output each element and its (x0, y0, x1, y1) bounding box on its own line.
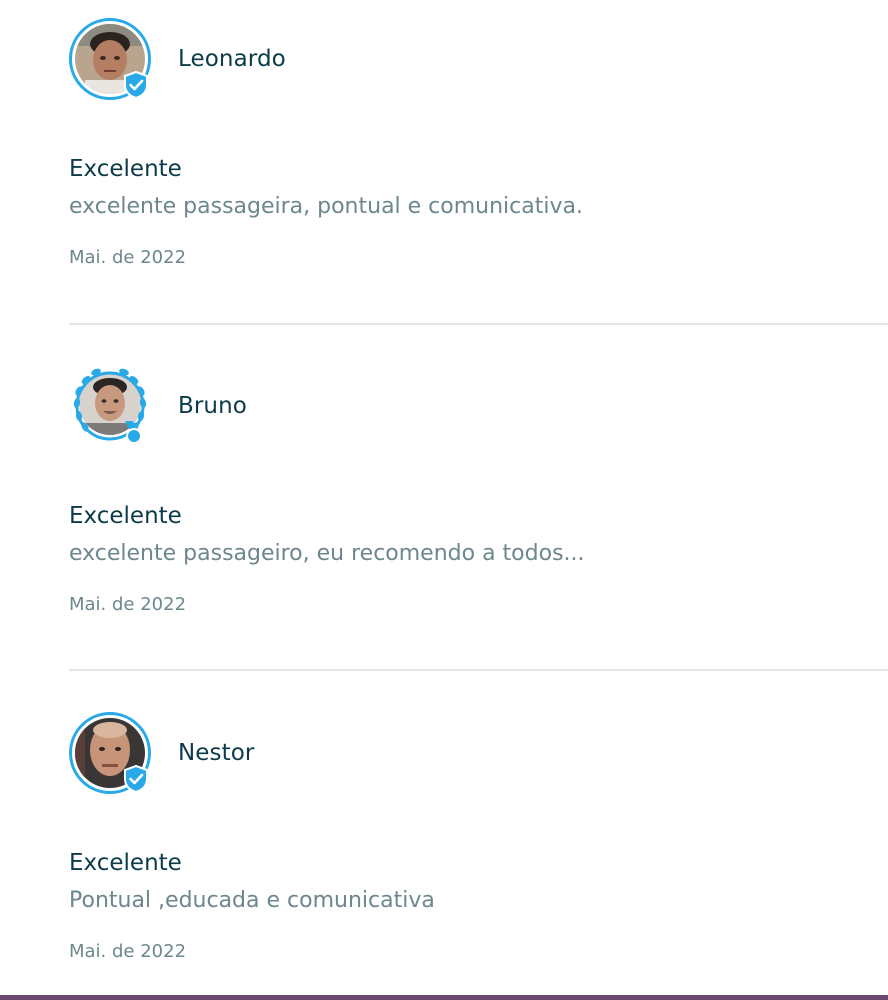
rating-label: Excelente (69, 156, 182, 182)
verified-shield-icon (124, 764, 148, 794)
avatar[interactable] (69, 18, 151, 100)
verified-shield-icon (124, 70, 148, 100)
review-header: Bruno (69, 365, 888, 447)
rating-label: Excelente (69, 503, 182, 529)
reviewer-name[interactable]: Bruno (178, 393, 247, 419)
bottom-edge (0, 995, 888, 1000)
avatar[interactable] (69, 365, 151, 447)
review-header: Nestor (69, 712, 888, 794)
review-comment: excelente passageiro, eu recomendo a tod… (69, 541, 585, 566)
reviewer-name[interactable]: Nestor (178, 740, 254, 766)
medal-laurel-icon (73, 368, 147, 444)
review-header: Leonardo (69, 18, 888, 100)
review-date: Mai. de 2022 (69, 247, 187, 268)
reviewer-name[interactable]: Leonardo (178, 46, 286, 72)
divider (69, 323, 888, 325)
review-item: Nestor Excelente Pontual ,educada e comu… (69, 712, 888, 962)
review-item: Leonardo Excelente excelente passageira,… (69, 18, 888, 268)
avatar[interactable] (69, 712, 151, 794)
reviews-page: Leonardo Excelente excelente passageira,… (0, 0, 888, 1000)
review-date: Mai. de 2022 (69, 941, 187, 962)
review-comment: excelente passageira, pontual e comunica… (69, 194, 583, 219)
review-item: Bruno Excelente excelente passageiro, eu… (69, 365, 888, 615)
divider (69, 669, 888, 671)
rating-label: Excelente (69, 850, 182, 876)
review-comment: Pontual ,educada e comunicativa (69, 888, 435, 913)
review-date: Mai. de 2022 (69, 594, 187, 615)
